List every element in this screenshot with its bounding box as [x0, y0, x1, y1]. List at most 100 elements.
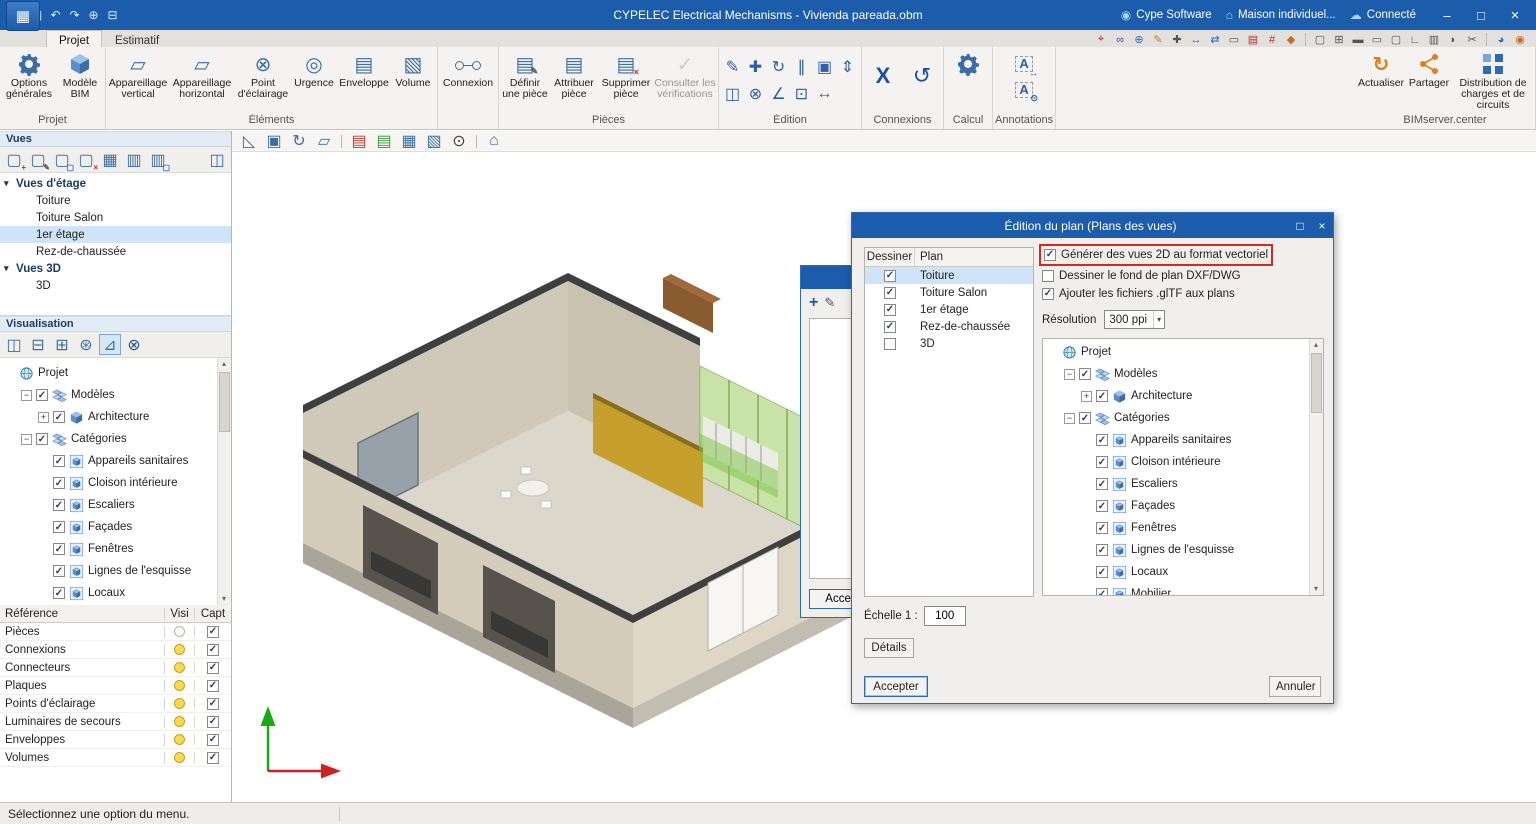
annotation-zoom-icon[interactable]: A⊙: [1013, 79, 1035, 101]
rotate-icon[interactable]: ↻: [768, 56, 790, 78]
tree-item-categories[interactable]: −✓Catégories: [0, 428, 218, 450]
checkbox[interactable]: ✓: [36, 433, 48, 445]
checkbox[interactable]: ✓: [1079, 368, 1091, 380]
tree-item-escaliers[interactable]: ✓Escaliers: [1043, 473, 1310, 495]
zoom-in-icon[interactable]: ⊕: [1131, 32, 1147, 47]
ortho-icon[interactable]: ∟: [1407, 32, 1423, 47]
checkbox[interactable]: ✓: [884, 304, 896, 316]
distribution-button[interactable]: Distribution de charges et de circuits: [1453, 49, 1533, 111]
fit-view-icon[interactable]: ↔: [1188, 32, 1204, 47]
pan-icon[interactable]: ✚: [1169, 32, 1185, 47]
monitor-icon[interactable]: ▢: [1388, 32, 1404, 47]
checkbox[interactable]: ✓: [1096, 522, 1108, 534]
tree-item-cloison-interieure[interactable]: ✓Cloison intérieure: [1043, 451, 1310, 473]
tree-item-modeles[interactable]: −✓Modèles: [1043, 363, 1310, 385]
reference-views-icon[interactable]: ◫: [206, 149, 228, 170]
option-ajouter-les-fichiers-gltf-aux-plans[interactable]: ✓Ajouter les fichiers .glTF aux plans: [1042, 285, 1330, 302]
checkbox[interactable]: ✓: [53, 543, 65, 555]
orbit-icon[interactable]: ↻: [288, 131, 310, 152]
sync-icon[interactable]: ◕: [1493, 32, 1509, 47]
print-icon[interactable]: ▥: [1426, 32, 1442, 47]
attribuer-piece-button[interactable]: ▤Attribuer pièce: [550, 49, 598, 111]
work-plane-icon[interactable]: ▱: [313, 131, 335, 152]
scroll-up-icon[interactable]: ▴: [218, 358, 230, 370]
tree-item-escaliers[interactable]: ✓Escaliers: [0, 494, 218, 516]
close-visualisation-icon[interactable]: ⊗: [123, 334, 145, 355]
expander-icon[interactable]: +: [1081, 391, 1092, 402]
edit-pencil-icon[interactable]: ✎: [722, 56, 744, 78]
checkbox[interactable]: ✓: [884, 287, 896, 299]
move-icon[interactable]: ✚: [745, 56, 767, 78]
scale-input[interactable]: [924, 606, 966, 626]
checkbox[interactable]: ✓: [1096, 390, 1108, 402]
symmetry-icon[interactable]: ∥: [791, 56, 813, 78]
partager-button[interactable]: Partager: [1406, 49, 1452, 111]
tree-item-architecture[interactable]: +✓Architecture: [1043, 385, 1310, 407]
accept-button[interactable]: Accepter: [864, 676, 928, 697]
expander-icon[interactable]: −: [21, 390, 32, 401]
cype-account-menu[interactable]: ◉ Cype Software: [1121, 8, 1212, 22]
elevation-view-icon[interactable]: ▦: [99, 149, 121, 170]
undo-icon[interactable]: ↶: [47, 7, 64, 24]
checkbox[interactable]: ✓: [207, 644, 219, 656]
zoom-icon[interactable]: ⊕: [85, 7, 102, 24]
view-item-3d[interactable]: 3D: [0, 277, 231, 294]
definir-une-piece-button[interactable]: ▤✎Définir une pièce: [501, 49, 549, 111]
tree-item-appareils-sanitaires[interactable]: ✓Appareils sanitaires: [1043, 429, 1310, 451]
annotation-move-icon[interactable]: A↔: [1013, 53, 1035, 75]
window-frame-icon[interactable]: ▢: [1312, 32, 1328, 47]
scrollbar[interactable]: ▴ ▾: [217, 358, 231, 605]
plan-row-rez-de-chaussee[interactable]: ✓Rez-de-chaussée: [865, 318, 1033, 335]
visibility-bulb-icon[interactable]: [174, 644, 185, 655]
tree-item-cloison-interieure[interactable]: ✓Cloison intérieure: [0, 472, 218, 494]
angle-icon[interactable]: ∠: [768, 83, 790, 105]
visibility-bulb-icon[interactable]: [174, 662, 185, 673]
tree-item-modeles[interactable]: −✓Modèles: [0, 384, 218, 406]
eraser-icon[interactable]: ◫: [722, 83, 744, 105]
visibility-bulb-icon[interactable]: [174, 752, 185, 763]
maximize-button[interactable]: □: [1464, 0, 1498, 30]
redo-icon[interactable]: ↷: [66, 7, 83, 24]
checkbox[interactable]: ✓: [1096, 544, 1108, 556]
scissors-icon[interactable]: ✂: [1464, 32, 1480, 47]
connection-status[interactable]: ☁ Connecté: [1350, 8, 1416, 22]
view-item-vues-d-etage[interactable]: ▾Vues d'étage: [0, 175, 231, 192]
connexion-button[interactable]: Connexion: [440, 49, 496, 111]
dialog-close-button[interactable]: ×: [1311, 215, 1333, 237]
edit-plan-icon[interactable]: ✎: [824, 295, 835, 311]
measure-icon[interactable]: ↔: [814, 83, 836, 105]
checkbox[interactable]: ✓: [207, 680, 219, 692]
visibility-bulb-icon[interactable]: [174, 734, 185, 745]
tree-item-lignes-de-l-esquisse[interactable]: ✓Lignes de l'esquisse: [1043, 539, 1310, 561]
box-3d-icon[interactable]: ▧: [423, 131, 445, 152]
checkbox[interactable]: ✓: [53, 587, 65, 599]
checkbox[interactable]: ✓: [36, 389, 48, 401]
lasso-select-icon[interactable]: ↺: [903, 49, 941, 103]
move-vertical-icon[interactable]: ⇕: [837, 56, 859, 78]
checkbox[interactable]: ✓: [207, 662, 219, 674]
checkbox[interactable]: ✓: [1096, 566, 1108, 578]
section-plane-icon[interactable]: ⊿: [99, 334, 121, 355]
tree-item-facades[interactable]: ✓Façades: [0, 516, 218, 538]
option-generer-des-vues-2d-au-format-vectoriel[interactable]: ✓Générer des vues 2D au format vectoriel: [1044, 246, 1268, 263]
checkbox[interactable]: ✓: [1096, 588, 1108, 596]
enveloppe-button[interactable]: ▤Enveloppe: [338, 49, 390, 111]
checkbox[interactable]: ✓: [207, 626, 219, 638]
flame-icon[interactable]: ◆: [1283, 32, 1299, 47]
expander-icon[interactable]: +: [38, 412, 49, 423]
checkbox[interactable]: ✓: [1096, 456, 1108, 468]
building-icon[interactable]: ⌂: [483, 131, 505, 152]
scrollbar[interactable]: ▴ ▾: [1309, 339, 1323, 595]
checkbox[interactable]: ✓: [1079, 412, 1091, 424]
checkbox[interactable]: ✓: [1042, 288, 1054, 300]
checkbox[interactable]: ✓: [884, 321, 896, 333]
plan-row-1er-etage[interactable]: ✓1er étage: [865, 301, 1033, 318]
tree-item-architecture[interactable]: +✓Architecture: [0, 406, 218, 428]
set-square-icon[interactable]: ◺: [238, 131, 260, 152]
green-overlay-icon[interactable]: ▤: [373, 131, 395, 152]
view-item-rez-de-chaussee[interactable]: Rez-de-chaussée: [0, 243, 231, 260]
visibility-bulb-icon[interactable]: [174, 626, 185, 637]
checkbox[interactable]: ✓: [1096, 434, 1108, 446]
actualiser-button[interactable]: ↻Actualiser: [1357, 49, 1405, 111]
visibility-icon[interactable]: ⊙: [448, 131, 470, 152]
